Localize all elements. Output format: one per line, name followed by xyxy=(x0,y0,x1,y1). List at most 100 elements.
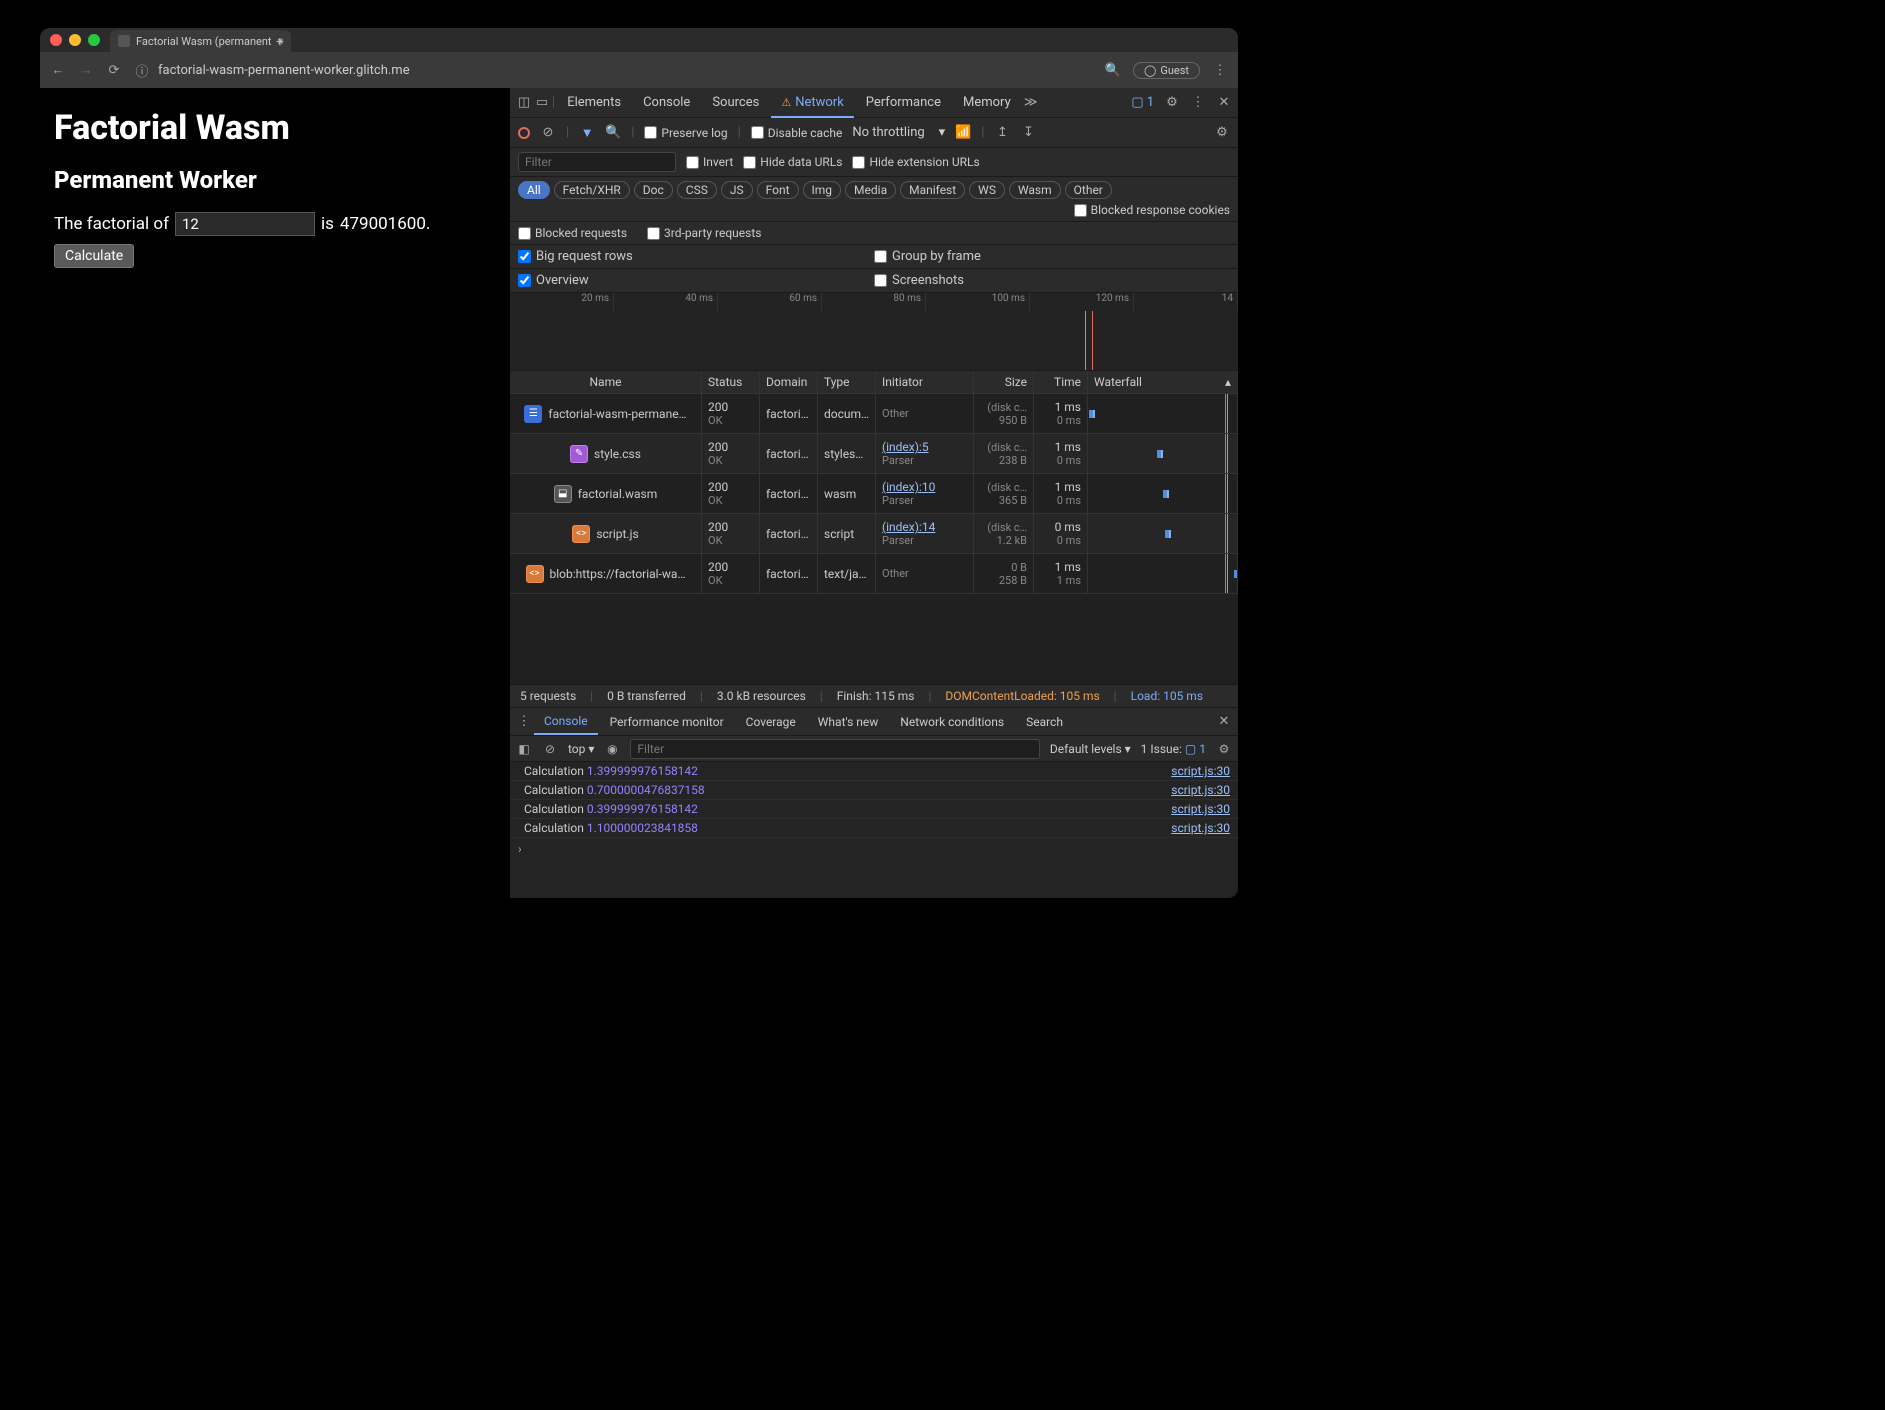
kebab-icon[interactable]: ⋮ xyxy=(1190,95,1206,111)
drawer-close-icon[interactable]: ✕ xyxy=(1216,714,1232,730)
clear-icon[interactable]: ⊘ xyxy=(540,125,556,141)
table-row[interactable]: <>blob:https://factorial-wa…200OKfactori… xyxy=(510,554,1238,594)
address-bar[interactable]: ⓘ factorial-wasm-permanent-worker.glitch… xyxy=(134,62,1093,78)
drawer-menu-icon[interactable]: ⋮ xyxy=(516,714,532,730)
more-tabs-icon[interactable]: ≫ xyxy=(1023,95,1039,111)
preserve-log-checkbox[interactable]: Preserve log xyxy=(644,126,727,140)
close-window[interactable] xyxy=(50,34,62,46)
big-rows-checkbox[interactable] xyxy=(518,250,531,263)
col-type[interactable]: Type xyxy=(818,371,876,393)
overview-checkbox[interactable] xyxy=(518,274,531,287)
table-row[interactable]: <>script.js200OKfactori…script(index):14… xyxy=(510,514,1238,554)
tab-sources[interactable]: Sources xyxy=(702,89,769,116)
reload-icon[interactable]: ⟳ xyxy=(106,62,122,78)
zoom-icon[interactable]: 🔍 xyxy=(1105,62,1121,78)
pill-other[interactable]: Other xyxy=(1065,181,1112,199)
maximize-window[interactable] xyxy=(88,34,100,46)
col-waterfall[interactable]: Waterfall▴ xyxy=(1088,371,1238,393)
pill-img[interactable]: Img xyxy=(803,181,842,199)
pill-ws[interactable]: WS xyxy=(969,181,1005,199)
timeline-overview[interactable]: 20 ms 40 ms 60 ms 80 ms 100 ms 120 ms 14 xyxy=(510,293,1238,371)
download-icon[interactable]: ↧ xyxy=(1020,125,1036,141)
wifi-icon[interactable]: 📶 xyxy=(955,125,971,141)
search-icon[interactable]: 🔍 xyxy=(605,125,621,141)
browser-tab[interactable]: Factorial Wasm (permanent × xyxy=(110,30,291,52)
minimize-window[interactable] xyxy=(69,34,81,46)
drawer-tab-console[interactable]: Console xyxy=(534,709,598,735)
hide-data-urls-checkbox[interactable]: Hide data URLs xyxy=(743,155,842,169)
issue-summary[interactable]: 1 Issue: ▢ 1 xyxy=(1141,742,1206,756)
log-source-link[interactable]: script.js:30 xyxy=(1171,783,1230,797)
pill-wasm[interactable]: Wasm xyxy=(1009,181,1061,199)
menu-icon[interactable]: ⋮ xyxy=(1212,62,1228,78)
col-status[interactable]: Status xyxy=(702,371,760,393)
screenshots-checkbox[interactable] xyxy=(874,274,887,287)
table-row[interactable]: ✎style.css200OKfactori…styles…(index):5P… xyxy=(510,434,1238,474)
new-tab-button[interactable]: + xyxy=(276,34,284,50)
network-settings-icon[interactable]: ⚙ xyxy=(1214,125,1230,141)
col-domain[interactable]: Domain xyxy=(760,371,818,393)
back-icon[interactable]: ← xyxy=(50,62,66,78)
disable-cache-checkbox[interactable]: Disable cache xyxy=(751,126,843,140)
clear-console-icon[interactable]: ⊘ xyxy=(542,741,558,757)
browser-window: Factorial Wasm (permanent × + ← → ⟳ ⓘ fa… xyxy=(40,28,1238,898)
col-time[interactable]: Time xyxy=(1034,371,1088,393)
console-filter-input[interactable] xyxy=(630,739,1039,759)
drawer-tab-netcond[interactable]: Network conditions xyxy=(890,710,1014,734)
pill-manifest[interactable]: Manifest xyxy=(900,181,965,199)
drawer-tab-search[interactable]: Search xyxy=(1016,710,1073,734)
blocked-requests-checkbox[interactable]: Blocked requests xyxy=(518,226,627,240)
log-source-link[interactable]: script.js:30 xyxy=(1171,821,1230,835)
profile-badge[interactable]: ◯ Guest xyxy=(1133,62,1200,79)
eye-icon[interactable]: ◉ xyxy=(604,741,620,757)
pill-media[interactable]: Media xyxy=(845,181,896,199)
drawer-tab-perf[interactable]: Performance monitor xyxy=(600,710,734,734)
pill-doc[interactable]: Doc xyxy=(634,181,673,199)
log-source-link[interactable]: script.js:30 xyxy=(1171,802,1230,816)
inspect-icon[interactable]: ◫ xyxy=(516,95,532,111)
filter-icon[interactable]: ▼ xyxy=(579,125,595,141)
issues-badge[interactable]: ▢ 1 xyxy=(1131,95,1154,110)
context-selector[interactable]: top ▾ xyxy=(568,742,594,756)
col-size[interactable]: Size xyxy=(974,371,1034,393)
table-row[interactable]: ☰factorial-wasm-permane…200OKfactori…doc… xyxy=(510,394,1238,434)
site-info-icon[interactable]: ⓘ xyxy=(134,62,150,78)
blocked-cookies-checkbox[interactable]: Blocked response cookies xyxy=(1074,203,1230,217)
filter-input[interactable] xyxy=(518,152,676,172)
throttling-select[interactable]: No throttling ▾ xyxy=(852,125,945,140)
tab-elements[interactable]: Elements xyxy=(557,89,631,116)
table-row[interactable]: ⬓factorial.wasm200OKfactori…wasm(index):… xyxy=(510,474,1238,514)
sidebar-toggle-icon[interactable]: ◧ xyxy=(516,741,532,757)
third-party-checkbox[interactable]: 3rd-party requests xyxy=(647,226,761,240)
forward-icon[interactable]: → xyxy=(78,62,94,78)
calculate-button[interactable]: Calculate xyxy=(54,244,134,268)
factorial-input[interactable] xyxy=(175,212,315,236)
console-prompt[interactable]: › xyxy=(510,838,1238,860)
group-by-frame-checkbox[interactable] xyxy=(874,250,887,263)
console-settings-icon[interactable]: ⚙ xyxy=(1216,741,1232,757)
levels-selector[interactable]: Default levels ▾ xyxy=(1050,742,1131,756)
tab-memory[interactable]: Memory xyxy=(953,89,1021,116)
tab-performance[interactable]: Performance xyxy=(856,89,951,116)
invert-checkbox[interactable]: Invert xyxy=(686,155,733,169)
settings-icon[interactable]: ⚙ xyxy=(1164,95,1180,111)
pill-font[interactable]: Font xyxy=(757,181,799,199)
hide-ext-urls-checkbox[interactable]: Hide extension URLs xyxy=(852,155,979,169)
col-initiator[interactable]: Initiator xyxy=(876,371,974,393)
pill-all[interactable]: All xyxy=(518,181,550,199)
pill-js[interactable]: JS xyxy=(721,181,753,199)
device-icon[interactable]: ▭ xyxy=(534,95,550,111)
tab-console[interactable]: Console xyxy=(633,89,700,116)
upload-icon[interactable]: ↥ xyxy=(994,125,1010,141)
drawer-tab-whatsnew[interactable]: What's new xyxy=(808,710,889,734)
record-button[interactable] xyxy=(518,127,530,139)
close-devtools-icon[interactable]: ✕ xyxy=(1216,95,1232,111)
page-h1: Factorial Wasm xyxy=(54,108,496,148)
pill-fetch[interactable]: Fetch/XHR xyxy=(554,181,630,199)
tab-network[interactable]: Network xyxy=(771,89,853,118)
drawer-tab-coverage[interactable]: Coverage xyxy=(736,710,806,734)
pill-css[interactable]: CSS xyxy=(677,181,717,199)
traffic-lights xyxy=(50,34,100,46)
log-source-link[interactable]: script.js:30 xyxy=(1171,764,1230,778)
col-name[interactable]: Name xyxy=(510,371,702,393)
